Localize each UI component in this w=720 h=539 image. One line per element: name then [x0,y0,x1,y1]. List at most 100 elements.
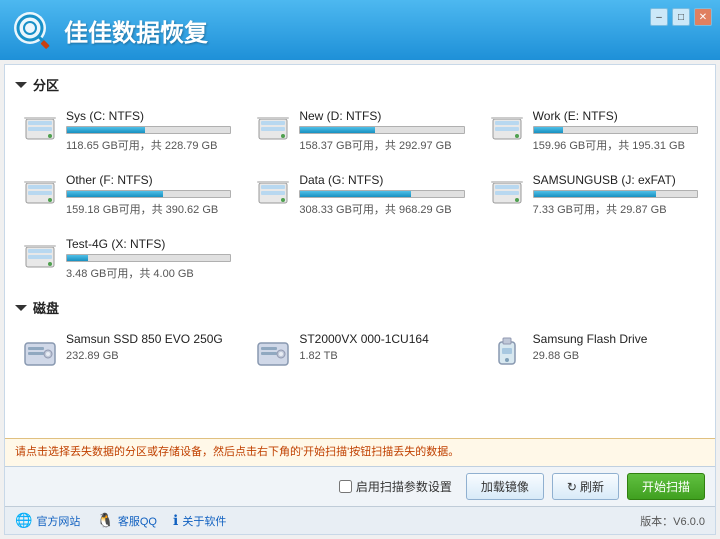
disk-samsun-ssd[interactable]: Samsun SSD 850 EVO 250G 232.89 GB [15,325,238,377]
qq-label: 客服QQ [118,513,157,529]
partitions-grid: Sys (C: NTFS) 118.65 GB可用，共 228.79 GB [15,102,705,288]
refresh-icon: ↻ [567,480,577,494]
start-scan-button[interactable]: 开始扫描 [627,473,705,500]
footer-links: 🌐 官方网站 🐧 客服QQ ℹ 关于软件 [15,512,226,529]
load-image-button[interactable]: 加载镜像 [466,473,544,500]
partition-samsung-usb-bar-fill [534,191,656,197]
qq-icon: 🐧 [96,512,113,529]
partitions-collapse-triangle[interactable] [15,82,27,88]
disk-samsun-ssd-name: Samsun SSD 850 EVO 250G [66,332,231,346]
scan-params-label: 启用扫描参数设置 [356,478,452,495]
partition-sys-c-bar-bg [66,126,231,134]
app-title: 佳佳数据恢复 [64,13,208,48]
footer: 🌐 官方网站 🐧 客服QQ ℹ 关于软件 版本：V6.0.0 [5,506,715,534]
partitions-section-label: 分区 [33,75,59,94]
disk-samsun-ssd-info: Samsun SSD 850 EVO 250G 232.89 GB [66,332,231,362]
partition-work-e-bar-bg [533,126,698,134]
usb-flash-icon [489,334,525,370]
hdd-icon-test-x [22,239,58,275]
partition-work-e-info: Work (E: NTFS) 159.96 GB可用，共 195.31 GB [533,109,698,153]
partition-work-e[interactable]: Work (E: NTFS) 159.96 GB可用，共 195.31 GB [482,102,705,160]
about-icon: ℹ [173,512,178,529]
partition-test-x-info: Test-4G (X: NTFS) 3.48 GB可用，共 4.00 GB [66,237,231,281]
partition-sys-c[interactable]: Sys (C: NTFS) 118.65 GB可用，共 228.79 GB [15,102,238,160]
partition-data-g-name: Data (G: NTFS) [299,173,464,187]
partition-test-x-bar-fill [67,255,88,261]
minimize-button[interactable]: – [650,8,668,26]
refresh-label: 刷新 [580,480,604,494]
partition-other-f-size: 159.18 GB可用，共 390.62 GB [66,201,231,217]
disk-samsung-flash[interactable]: Samsung Flash Drive 29.88 GB [482,325,705,377]
partition-data-g[interactable]: Data (G: NTFS) 308.33 GB可用，共 968.29 GB [248,166,471,224]
app-logo [10,8,54,52]
partition-samsung-usb-info: SAMSUNGUSB (J: exFAT) 7.33 GB可用，共 29.87 … [533,173,698,217]
partition-new-d-bar-bg [299,126,464,134]
partition-test-x-size: 3.48 GB可用，共 4.00 GB [66,265,231,281]
partition-work-e-name: Work (E: NTFS) [533,109,698,123]
title-bar: 佳佳数据恢复 – □ ✕ [0,0,720,60]
disks-section-header: 磁盘 [15,298,705,317]
version-label: 版本：V6.0.0 [640,513,705,529]
disk-samsung-flash-info: Samsung Flash Drive 29.88 GB [533,332,698,362]
partition-samsung-usb-size: 7.33 GB可用，共 29.87 GB [533,201,698,217]
disks-collapse-triangle[interactable] [15,305,27,311]
partition-data-g-bar-bg [299,190,464,198]
disk-samsun-ssd-size: 232.89 GB [66,350,231,362]
hdd-icon-st2000 [255,334,291,370]
partition-work-e-size: 159.96 GB可用，共 195.31 GB [533,137,698,153]
partition-new-d[interactable]: New (D: NTFS) 158.37 GB可用，共 292.97 GB [248,102,471,160]
restore-button[interactable]: □ [672,8,690,26]
partition-sys-c-bar-fill [67,127,145,133]
website-link[interactable]: 🌐 官方网站 [15,512,80,529]
disks-section-label: 磁盘 [33,298,59,317]
website-label: 官方网站 [36,513,80,529]
hdd-icon-new-d [255,111,291,147]
status-bar: 请点击选择丢失数据的分区或存储设备，然后点击右下角的'开始扫描'按钮扫描丢失的数… [5,438,715,466]
hdd-icon-other-f [22,175,58,211]
partition-data-g-bar-fill [300,191,411,197]
status-message: 请点击选择丢失数据的分区或存储设备，然后点击右下角的'开始扫描'按钮扫描丢失的数… [15,446,459,458]
refresh-button[interactable]: ↻刷新 [552,473,619,500]
website-icon: 🌐 [15,512,32,529]
partition-work-e-bar-fill [534,127,563,133]
partition-new-d-info: New (D: NTFS) 158.37 GB可用，共 292.97 GB [299,109,464,153]
partition-other-f-info: Other (F: NTFS) 159.18 GB可用，共 390.62 GB [66,173,231,217]
partition-test-x[interactable]: Test-4G (X: NTFS) 3.48 GB可用，共 4.00 GB [15,230,238,288]
disk-st2000-name: ST2000VX 000-1CU164 [299,332,464,346]
qq-link[interactable]: 🐧 客服QQ [96,512,157,529]
partition-new-d-bar-fill [300,127,375,133]
window-controls: – □ ✕ [650,8,712,26]
action-bar: 启用扫描参数设置 加载镜像 ↻刷新 开始扫描 [5,466,715,506]
partition-new-d-size: 158.37 GB可用，共 292.97 GB [299,137,464,153]
app-window: 佳佳数据恢复 – □ ✕ 分区 [0,0,720,535]
partition-samsung-usb[interactable]: SAMSUNGUSB (J: exFAT) 7.33 GB可用，共 29.87 … [482,166,705,224]
partition-data-g-info: Data (G: NTFS) 308.33 GB可用，共 968.29 GB [299,173,464,217]
hdd-icon-samsun-ssd [22,334,58,370]
hdd-icon-sys [22,111,58,147]
disk-st2000[interactable]: ST2000VX 000-1CU164 1.82 TB [248,325,471,377]
partition-data-g-size: 308.33 GB可用，共 968.29 GB [299,201,464,217]
disk-st2000-info: ST2000VX 000-1CU164 1.82 TB [299,332,464,362]
partition-new-d-name: New (D: NTFS) [299,109,464,123]
partition-other-f-bar-bg [66,190,231,198]
hdd-icon-work-e [489,111,525,147]
partition-samsung-usb-name: SAMSUNGUSB (J: exFAT) [533,173,698,187]
disk-samsung-flash-size: 29.88 GB [533,350,698,362]
partition-sys-c-name: Sys (C: NTFS) [66,109,231,123]
scan-params-checkbox[interactable] [339,480,352,493]
close-button[interactable]: ✕ [694,8,712,26]
partition-test-x-name: Test-4G (X: NTFS) [66,237,231,251]
partition-sys-c-info: Sys (C: NTFS) 118.65 GB可用，共 228.79 GB [66,109,231,153]
partition-sys-c-size: 118.65 GB可用，共 228.79 GB [66,137,231,153]
hdd-icon-samsung-usb [489,175,525,211]
about-link[interactable]: ℹ 关于软件 [173,512,226,529]
partition-samsung-usb-bar-bg [533,190,698,198]
scan-params-checkbox-label[interactable]: 启用扫描参数设置 [339,478,452,495]
partition-other-f-name: Other (F: NTFS) [66,173,231,187]
main-content: 分区 Sys (C: NTFS) [4,64,716,535]
disk-samsung-flash-name: Samsung Flash Drive [533,332,698,346]
drives-scroll-area[interactable]: 分区 Sys (C: NTFS) [5,65,715,438]
partitions-section-header: 分区 [15,75,705,94]
partition-test-x-bar-bg [66,254,231,262]
partition-other-f[interactable]: Other (F: NTFS) 159.18 GB可用，共 390.62 GB [15,166,238,224]
